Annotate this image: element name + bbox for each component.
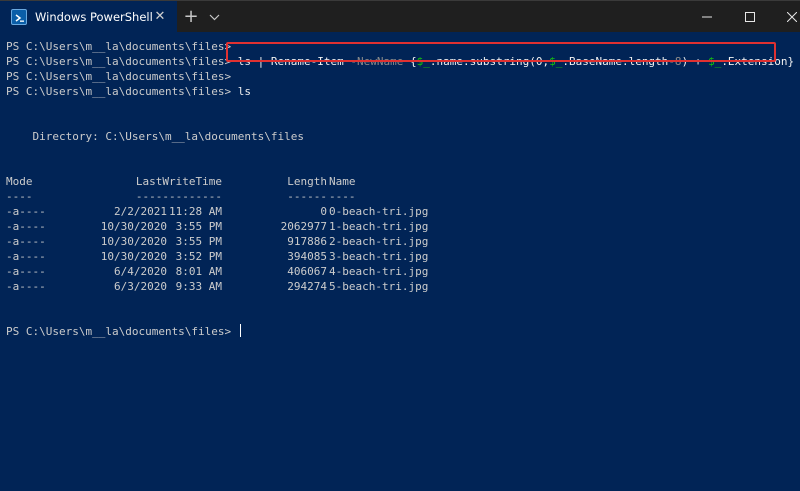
row-date: 6/4/2020	[114, 265, 167, 278]
table-row: -a---- 6/3/2020 9:33 AM 294274 5-beach-t…	[6, 279, 800, 294]
row-length: 2062977	[280, 220, 327, 233]
row-mode: -a----	[6, 265, 46, 278]
tab-windows-powershell[interactable]: Windows PowerShell ✕	[0, 1, 177, 33]
row-name: 4-beach-tri.jpg	[329, 265, 429, 278]
text-cursor	[239, 324, 241, 337]
row-mode: -a----	[6, 235, 46, 248]
tab-title: Windows PowerShell	[35, 10, 153, 24]
command-parameter: -NewName	[350, 55, 404, 68]
row-mode: -a----	[6, 280, 46, 293]
terminal-output[interactable]: PS C:\Users\m__la\documents\files> PS C:…	[0, 32, 800, 491]
table-header: Mode LastWriteTime Length Name	[6, 174, 800, 189]
minimize-icon[interactable]	[684, 1, 730, 33]
underline-name: ----	[329, 190, 356, 203]
prompt: PS C:\Users\m__la\documents\files>	[6, 85, 232, 98]
chevron-down-icon[interactable]	[205, 6, 225, 28]
plus-icon[interactable]: +	[180, 6, 202, 28]
prompt: PS C:\Users\m__la\documents\files>	[6, 55, 232, 68]
row-time: 8:01 AM	[175, 265, 222, 278]
row-length: 394085	[287, 250, 327, 263]
column-header-length: Length	[287, 175, 327, 188]
row-date: 10/30/2020	[100, 220, 167, 233]
row-time: 3:52 PM	[175, 250, 222, 263]
command-text: {	[403, 55, 417, 68]
underline-length: ------	[287, 190, 327, 203]
prompt-line: PS C:\Users\m__la\documents\files>	[6, 39, 800, 54]
prompt: PS C:\Users\m__la\documents\files>	[6, 70, 232, 83]
command-text: ls | Rename-Item	[237, 55, 351, 68]
row-name: 5-beach-tri.jpg	[329, 280, 429, 293]
underline-mode: ----	[6, 190, 33, 203]
prompt-line: PS C:\Users\m__la\documents\files> ls	[6, 84, 800, 99]
command-line: PS C:\Users\m__la\documents\files> ls | …	[6, 54, 800, 69]
column-header-lastwritetime: LastWriteTime	[135, 175, 222, 188]
row-time: 3:55 PM	[175, 220, 222, 233]
row-time: 11:28 AM	[169, 205, 222, 218]
row-mode: -a----	[6, 220, 46, 233]
row-length: 294274	[287, 280, 327, 293]
table-header-underline: ---- ------------- ------ ----	[6, 189, 800, 204]
prompt-line: PS C:\Users\m__la\documents\files>	[6, 69, 800, 84]
maximize-icon[interactable]	[727, 1, 773, 33]
table-row: -a---- 6/4/2020 8:01 AM 406067 4-beach-t…	[6, 264, 800, 279]
row-date: 10/30/2020	[100, 250, 167, 263]
command-number: -8	[668, 55, 682, 68]
table-row: -a---- 10/30/2020 3:55 PM 917886 2-beach…	[6, 234, 800, 249]
row-name: 2-beach-tri.jpg	[329, 235, 429, 248]
row-length: 917886	[287, 235, 327, 248]
command-variable: $_	[549, 55, 563, 68]
table-row: -a---- 10/30/2020 3:52 PM 394085 3-beach…	[6, 249, 800, 264]
file-listing-table: Mode LastWriteTime Length Name ---- ----…	[6, 174, 800, 294]
prompt: PS C:\Users\m__la\documents\files>	[6, 325, 232, 338]
row-date: 6/3/2020	[114, 280, 167, 293]
command-text: ) +	[681, 55, 709, 68]
title-bar: Windows PowerShell ✕ +	[0, 0, 800, 33]
directory-line: Directory: C:\Users\m__la\documents\file…	[6, 130, 305, 143]
row-name: 1-beach-tri.jpg	[329, 220, 429, 233]
active-prompt-line[interactable]: PS C:\Users\m__la\documents\files>	[6, 324, 800, 339]
command-variable: $_	[708, 55, 722, 68]
command-text: .BaseName.length	[562, 55, 669, 68]
ls-command: ls	[237, 85, 252, 98]
command-text: .name.substring(0,	[429, 55, 550, 68]
command-text: .Extension}	[721, 55, 795, 68]
close-icon[interactable]: ✕	[152, 9, 168, 25]
row-name: 0-beach-tri.jpg	[329, 205, 429, 218]
column-header-name: Name	[329, 175, 356, 188]
row-length: 406067	[287, 265, 327, 278]
row-name: 3-beach-tri.jpg	[329, 250, 429, 263]
powershell-icon	[11, 9, 27, 25]
row-mode: -a----	[6, 250, 46, 263]
row-date: 2/2/2021	[114, 205, 167, 218]
row-mode: -a----	[6, 205, 46, 218]
table-row: -a---- 2/2/2021 11:28 AM 0 0-beach-tri.j…	[6, 204, 800, 219]
table-row: -a---- 10/30/2020 3:55 PM 2062977 1-beac…	[6, 219, 800, 234]
row-length: 0	[320, 205, 327, 218]
row-time: 9:33 AM	[175, 280, 222, 293]
underline-lastwritetime: -------------	[135, 190, 222, 203]
row-date: 10/30/2020	[100, 235, 167, 248]
column-header-mode: Mode	[6, 175, 33, 188]
window-close-icon[interactable]	[769, 1, 800, 33]
prompt: PS C:\Users\m__la\documents\files>	[6, 40, 232, 53]
command-variable: $_	[416, 55, 430, 68]
row-time: 3:55 PM	[175, 235, 222, 248]
